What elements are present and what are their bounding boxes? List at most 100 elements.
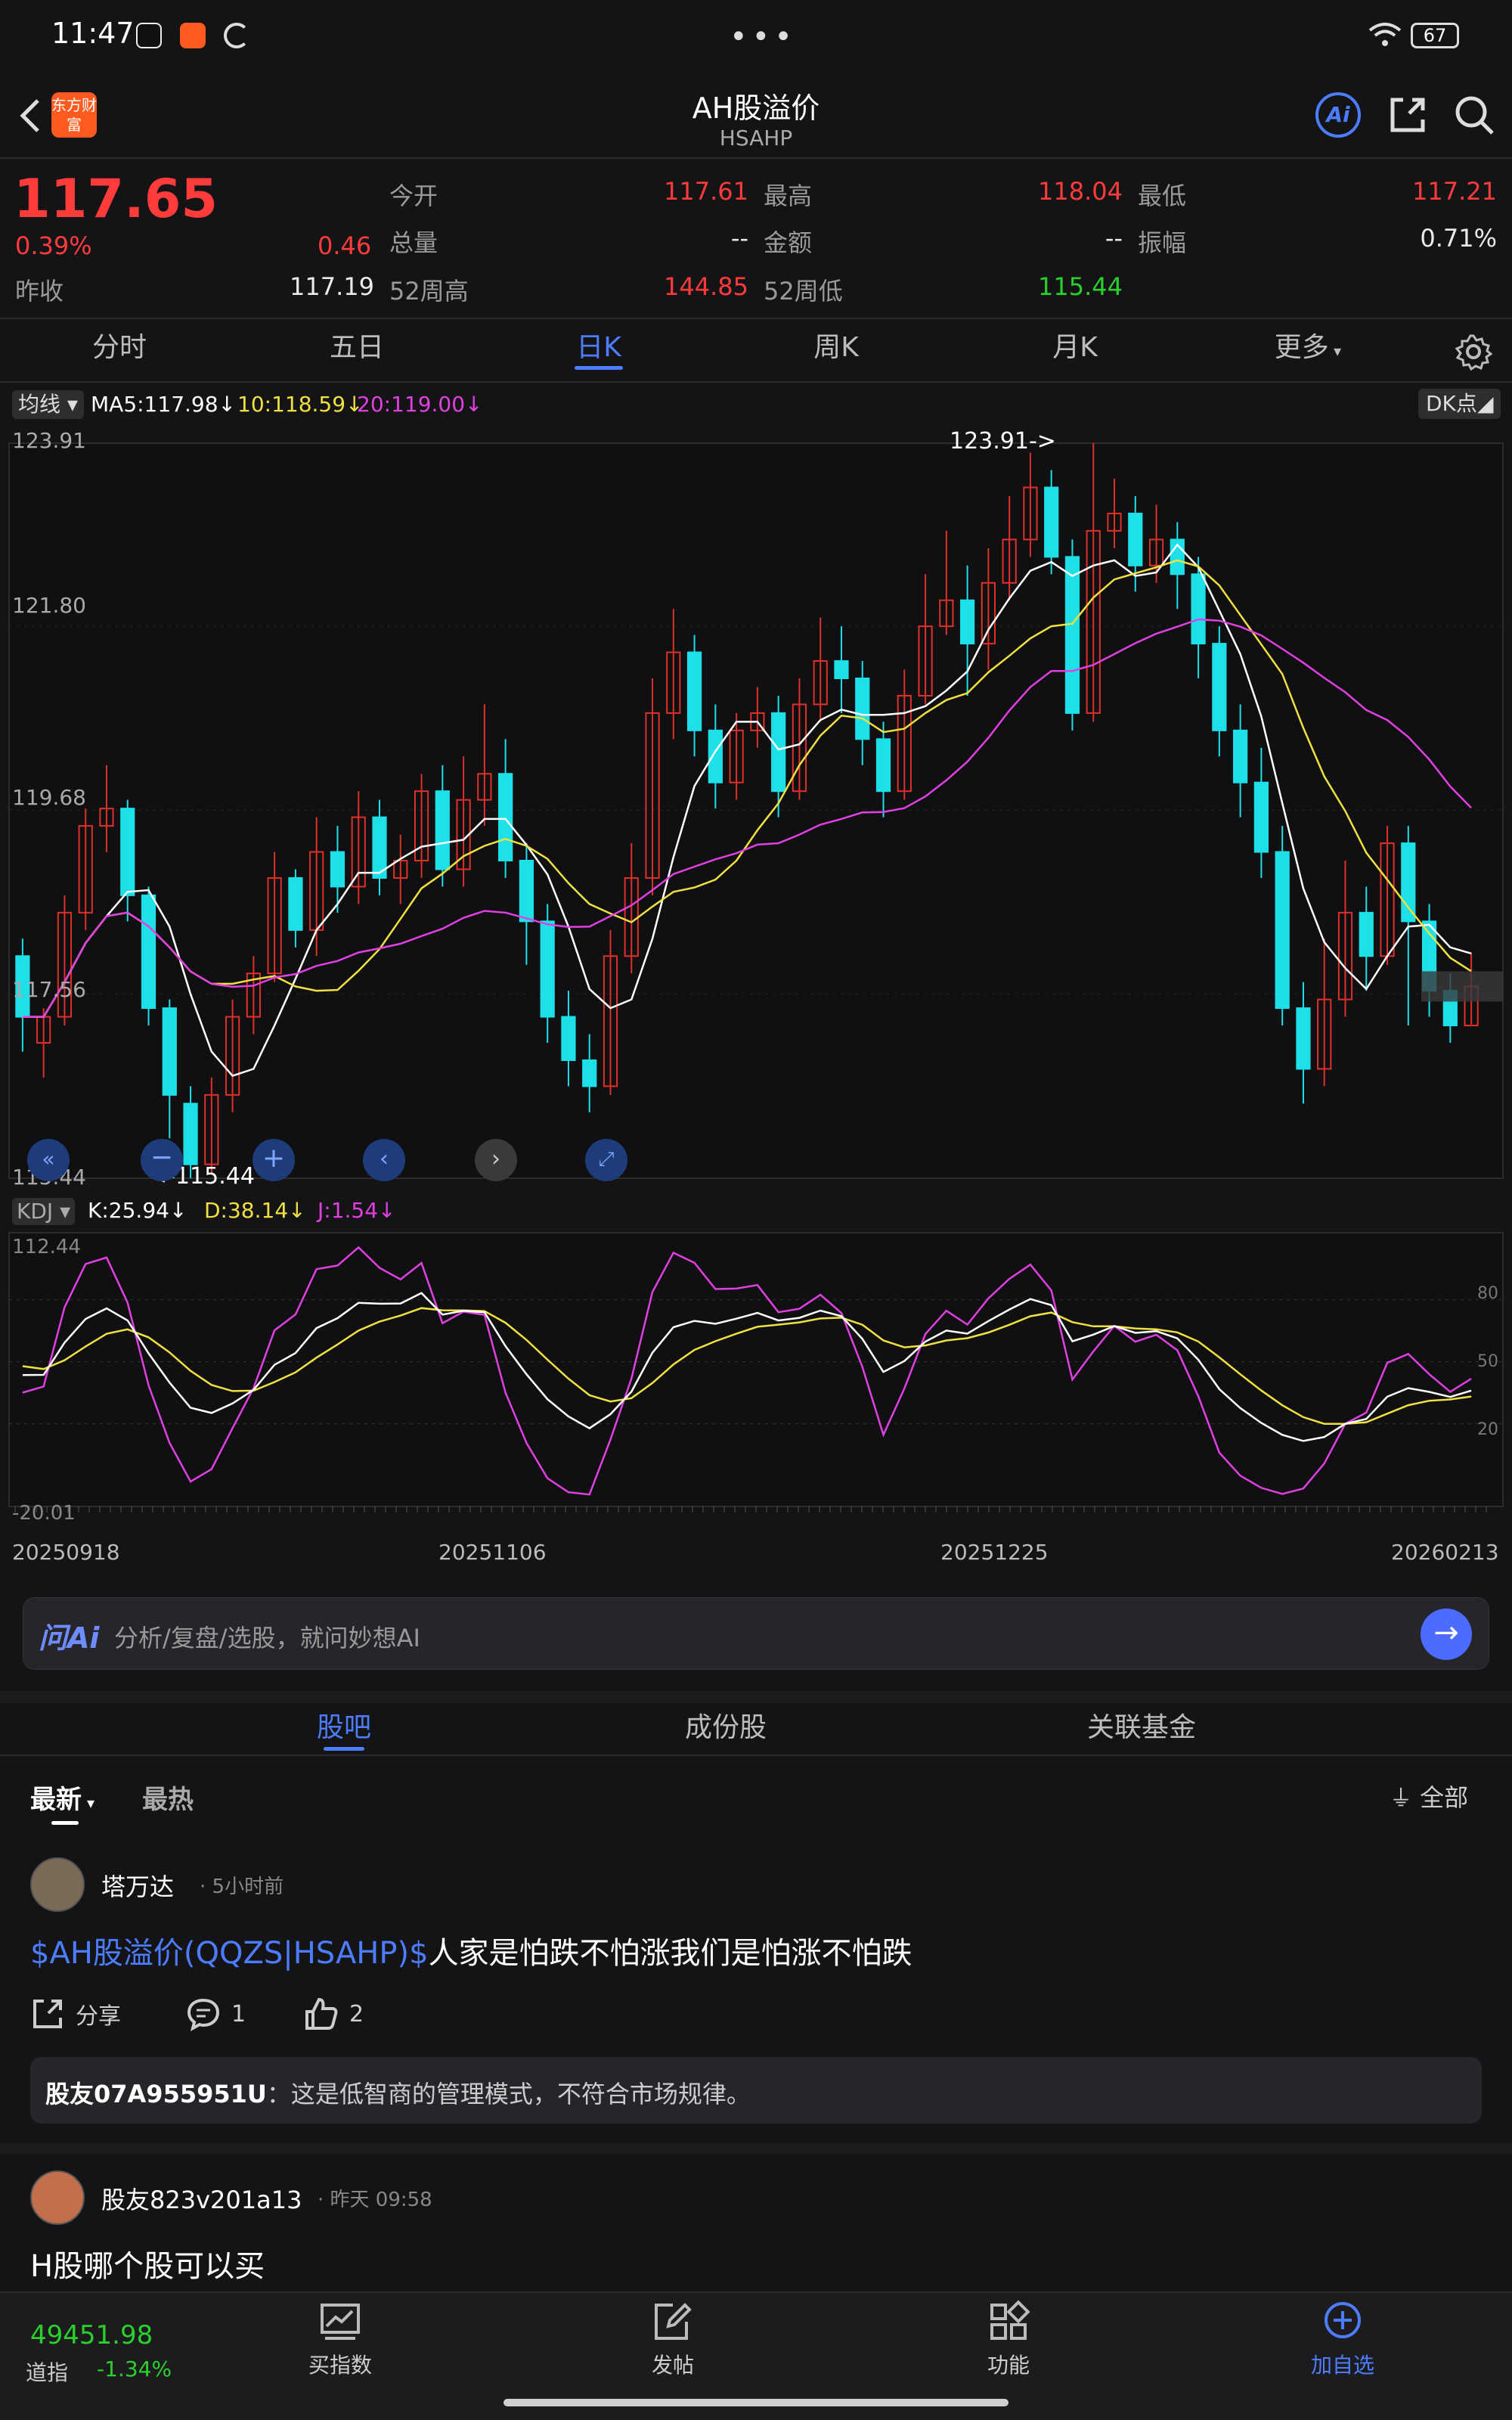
candle-body (708, 729, 723, 783)
kdj-axis-top: 112.44 (12, 1236, 81, 1258)
comment-button[interactable]: 1 (186, 1996, 246, 2031)
tab-more[interactable]: 更多 ▾ (1225, 325, 1391, 378)
last-price: 117.65 (14, 168, 218, 230)
dk-point-button[interactable]: DK点◢ (1418, 389, 1501, 419)
post-time: · 5小时前 (200, 1876, 284, 1898)
avatar[interactable] (30, 2170, 85, 2225)
low-value: 117.21 (1412, 177, 1497, 206)
candle-body (183, 1103, 198, 1165)
candle-body (1191, 573, 1206, 645)
add-watchlist-button[interactable]: 加自选 (1267, 2299, 1418, 2379)
candle-body (120, 808, 135, 896)
x-axis-date: 20250918 (12, 1540, 120, 1565)
index-value[interactable]: 49451.98 (30, 2320, 153, 2350)
candle-body (959, 599, 975, 645)
candle-body (435, 790, 450, 870)
amount-value: -- (1105, 224, 1123, 253)
candle-body (1212, 643, 1227, 731)
more-dots-icon[interactable]: ••• (730, 20, 797, 54)
filter-latest[interactable]: 最新 ▾ (30, 1779, 94, 1816)
filter-hot[interactable]: 最热 (142, 1779, 194, 1816)
candle-body (519, 859, 534, 923)
high-value: 118.04 (1038, 177, 1123, 206)
stock-link[interactable]: $AH股溢价(QQZS|HSAHP)$ (30, 1936, 429, 1971)
reply-username[interactable]: 股友07A955951U (45, 2080, 267, 2108)
tab-five-day[interactable]: 五日 (274, 325, 440, 378)
post-username[interactable]: 塔万达 (101, 1868, 174, 1903)
status-time: 11:47 (51, 17, 135, 50)
tab-constituents[interactable]: 成份股 (650, 1705, 801, 1751)
back-icon[interactable] (15, 97, 45, 135)
post-content[interactable]: H股哪个股可以买 (30, 2242, 265, 2285)
change-value: 0.46 (318, 231, 372, 260)
high52-value: 144.85 (664, 272, 748, 301)
change-percent: 0.39% (15, 231, 92, 260)
post-username[interactable]: 股友823v201a13 (101, 2181, 302, 2216)
share-button[interactable]: 分享 (30, 1996, 121, 2031)
candle-body (162, 1007, 177, 1096)
kdj-j-value: J:1.54↓ (318, 1198, 396, 1223)
tab-related-funds[interactable]: 关联基金 (1058, 1705, 1225, 1751)
functions-button[interactable]: 功能 (933, 2299, 1084, 2379)
ai-button[interactable]: Ai (1315, 92, 1361, 138)
zoom-in-button[interactable]: + (253, 1139, 295, 1181)
ask-ai-bar[interactable]: 问Ai 分析/复盘/选股，就问妙想AI → (23, 1597, 1489, 1670)
current-price-tag (1421, 971, 1503, 1002)
like-button[interactable]: 2 (304, 1996, 364, 2031)
ask-ai-placeholder[interactable]: 分析/复盘/选股，就问妙想AI (114, 1619, 420, 1654)
ask-ai-send-button[interactable]: → (1421, 1609, 1472, 1660)
tab-monthly-k[interactable]: 月K (992, 325, 1158, 378)
share-icon[interactable] (1385, 92, 1430, 138)
scroll-left-button[interactable]: ‹ (363, 1139, 405, 1181)
candle-body (855, 677, 870, 740)
scroll-right-button[interactable]: › (475, 1139, 517, 1181)
settings-gear-icon[interactable] (1455, 333, 1493, 371)
candle-body (771, 712, 786, 793)
amplitude-value: 0.71% (1420, 224, 1497, 253)
x-axis-date: 20251106 (438, 1540, 547, 1565)
amplitude-label: 振幅 (1138, 228, 1187, 257)
scroll-start-button[interactable]: « (27, 1139, 70, 1181)
battery-indicator: 67 (1411, 23, 1459, 48)
candlestick-chart[interactable] (0, 422, 1512, 1201)
tab-weekly-k[interactable]: 周K (753, 325, 919, 378)
post-button[interactable]: 发帖 (597, 2299, 748, 2379)
y-axis-label: 119.68 (12, 785, 86, 810)
reply-text: ：这是低智商的管理模式，不符合市场规律。 (266, 2080, 751, 2108)
kdj-ref-50: 50 (1477, 1352, 1498, 1371)
divider (0, 381, 1512, 383)
zoom-out-button[interactable]: − (141, 1139, 183, 1181)
section-gap (0, 2143, 1512, 2154)
comment-icon (187, 1998, 220, 2031)
search-icon[interactable] (1452, 92, 1497, 138)
app-root: 11:47 ••• 67 东方财富 AH股溢价 HSAHP Ai 117.65 … (0, 0, 1512, 2420)
candle-body (1064, 556, 1080, 714)
ma10-value: 10:118.59↓ (237, 392, 364, 417)
wifi-icon (1368, 23, 1402, 48)
kdj-chart[interactable] (0, 1227, 1512, 1529)
post-content[interactable]: $AH股溢价(QQZS|HSAHP)$人家是怕跌不怕涨我们是怕涨不怕跌 (30, 1928, 912, 1972)
tab-intraday[interactable]: 分时 (36, 325, 203, 378)
volume-value: -- (730, 224, 748, 253)
grid-icon (990, 2300, 1030, 2340)
open-value: 117.61 (664, 177, 748, 206)
reply-preview[interactable]: 股友07A955951U：这是低智商的管理模式，不符合市场规律。 (30, 2057, 1482, 2124)
avatar[interactable] (30, 1857, 85, 1912)
edit-icon (655, 2303, 692, 2340)
fullscreen-button[interactable]: ⤢ (585, 1139, 627, 1181)
high52-label: 52周高 (389, 277, 469, 306)
y-axis-label: 123.91 (12, 428, 86, 453)
buy-index-button[interactable]: 买指数 (265, 2299, 416, 2379)
tab-daily-k[interactable]: 日K (516, 325, 682, 378)
candle-body (1359, 911, 1374, 957)
app-notification-icon (180, 23, 206, 48)
candle-body (1401, 842, 1416, 923)
indicator-select-kdj[interactable]: KDJ ▾ (12, 1198, 76, 1225)
page-subtitle: HSAHP (719, 126, 793, 150)
candle-body (1275, 851, 1290, 1010)
tab-guba[interactable]: 股吧 (287, 1705, 401, 1751)
filter-all-button[interactable]: ⏚ 全部 (1390, 1779, 1468, 1813)
kdj-axis-bottom: -20.01 (12, 1502, 76, 1525)
indicator-select-ma[interactable]: 均线 ▾ (12, 390, 84, 419)
sync-icon (224, 23, 249, 48)
